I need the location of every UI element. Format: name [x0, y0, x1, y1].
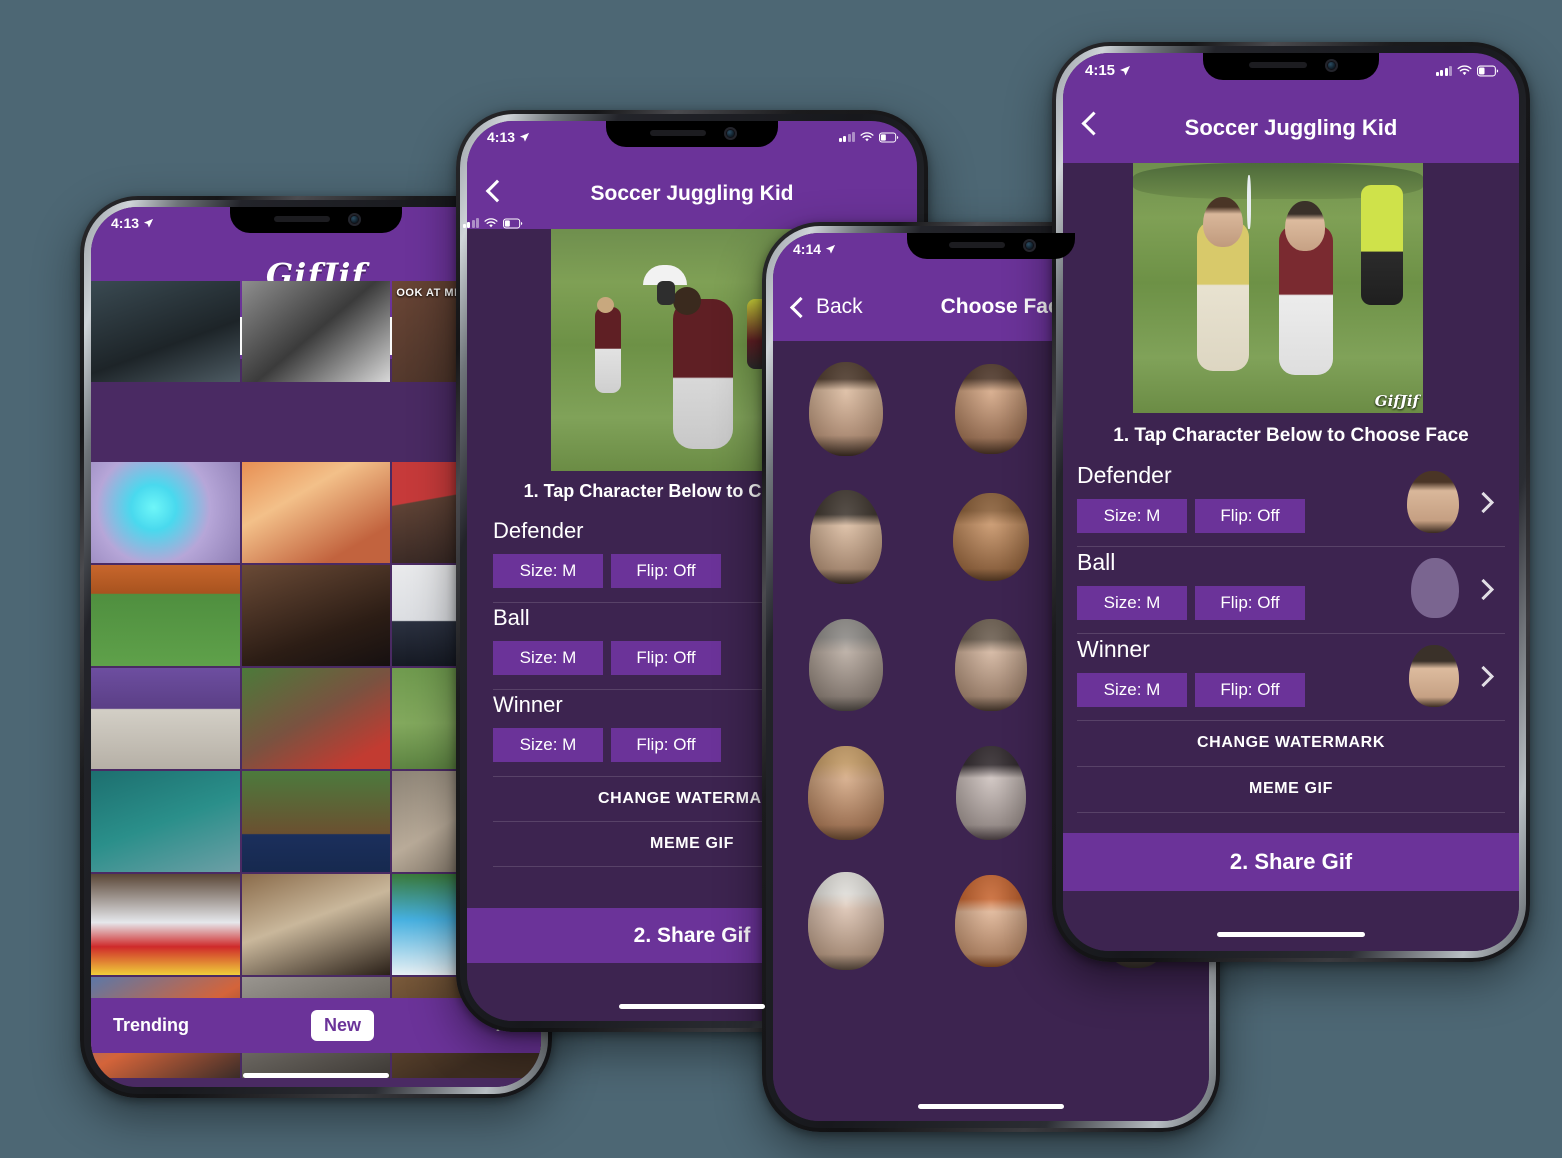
- gif-cell[interactable]: [91, 281, 240, 382]
- speaker-grille: [274, 216, 330, 222]
- face-theon-greyjoy: [954, 619, 1027, 711]
- notch: [1203, 53, 1379, 80]
- speaker-grille: [650, 130, 706, 136]
- chevron-left-icon: [789, 296, 812, 318]
- tab-trending[interactable]: Trending: [113, 1015, 189, 1036]
- flip-button[interactable]: Flip: Off: [611, 728, 721, 762]
- gif-cell[interactable]: [91, 565, 240, 666]
- flip-button[interactable]: Flip: Off: [1195, 499, 1305, 533]
- front-camera-icon: [1325, 59, 1338, 72]
- back-button[interactable]: [485, 179, 509, 203]
- face-jaime-lannister: [808, 619, 883, 711]
- size-button[interactable]: Size: M: [1077, 673, 1187, 707]
- flip-button[interactable]: Flip: Off: [1195, 673, 1305, 707]
- back-button[interactable]: [1081, 111, 1106, 136]
- showcase-stage: 4:13 GifJif OOK AT ME, I'M Trending New …: [0, 0, 1562, 1158]
- home-indicator[interactable]: [619, 1004, 765, 1009]
- face-daenerys-targaryen: [807, 872, 884, 970]
- home-indicator[interactable]: [918, 1104, 1064, 1109]
- gif-goal-post: [1247, 175, 1251, 229]
- change-watermark-button[interactable]: CHANGE WATERMARK: [1077, 720, 1505, 767]
- navbar-title: Soccer Juggling Kid: [1184, 115, 1398, 140]
- watermark: GifJif: [1374, 392, 1419, 410]
- tab-new[interactable]: New: [310, 1010, 374, 1041]
- row-face-thumb-bran[interactable]: [1409, 645, 1459, 707]
- flip-button[interactable]: Flip: Off: [611, 554, 721, 588]
- face-item[interactable]: [918, 601, 1063, 729]
- row-face-thumb-arya[interactable]: [1407, 471, 1459, 533]
- face-bronn: [954, 364, 1027, 454]
- face-item[interactable]: [773, 729, 918, 857]
- gif-subject: [597, 297, 614, 313]
- gif-cell[interactable]: [91, 462, 240, 563]
- face-item[interactable]: [773, 345, 918, 473]
- gif-cell[interactable]: [91, 771, 240, 872]
- flip-button[interactable]: Flip: Off: [611, 641, 721, 675]
- meme-gif-button[interactable]: MEME GIF: [1077, 766, 1505, 813]
- gif-cell[interactable]: [91, 874, 240, 975]
- notch: [230, 207, 402, 233]
- gif-cell[interactable]: [241, 771, 391, 872]
- gif-face-bran: [1285, 201, 1325, 251]
- step-title: 1. Tap Character Below to Choose Face: [1113, 425, 1469, 446]
- size-button[interactable]: Size: M: [493, 641, 603, 675]
- phone-detail-filled: 4:15 Soccer Juggling Kid GifJif 1. Tap C…: [1052, 42, 1530, 962]
- face-arya-stark: [808, 362, 883, 456]
- face-item[interactable]: [918, 473, 1063, 601]
- face-ed-sheeran: [954, 875, 1027, 967]
- gif-cell[interactable]: [91, 668, 240, 769]
- face-tyrion-lannister: [952, 493, 1029, 581]
- face-melisandre: [955, 746, 1026, 840]
- gif-cell[interactable]: [241, 281, 391, 382]
- chevron-left-icon: [1081, 111, 1106, 136]
- size-button[interactable]: Size: M: [493, 554, 603, 588]
- size-button[interactable]: Size: M: [1077, 586, 1187, 620]
- home-indicator[interactable]: [243, 1073, 389, 1078]
- face-item[interactable]: [773, 601, 918, 729]
- character-row: Winner Size: M Flip: Off: [1077, 633, 1505, 721]
- speaker-grille: [1249, 62, 1307, 68]
- back-button[interactable]: Back: [789, 295, 863, 319]
- face-item[interactable]: [773, 473, 918, 601]
- face-bran-stark: [809, 490, 882, 584]
- front-camera-icon: [348, 213, 361, 226]
- gif-face-arya: [1203, 197, 1243, 247]
- face-item[interactable]: [773, 857, 918, 985]
- gif-spectator: [657, 281, 675, 305]
- phone-screen: 4:15 Soccer Juggling Kid GifJif 1. Tap C…: [1063, 53, 1519, 951]
- gif-referee: [1361, 185, 1403, 305]
- face-item[interactable]: [918, 729, 1063, 857]
- speaker-grille: [949, 242, 1005, 248]
- gif-cell[interactable]: [241, 668, 391, 769]
- gif-subject: [673, 287, 701, 315]
- navbar-title: Soccer Juggling Kid: [590, 182, 794, 205]
- back-label: Back: [816, 295, 863, 318]
- gif-cell[interactable]: [241, 462, 391, 563]
- size-button[interactable]: Size: M: [493, 728, 603, 762]
- gif-cell[interactable]: [241, 874, 391, 975]
- gif-preview[interactable]: GifJif: [1133, 163, 1423, 413]
- character-row: Defender Size: M Flip: Off: [1077, 459, 1505, 547]
- notch: [907, 233, 1075, 259]
- front-camera-icon: [724, 127, 737, 140]
- face-jorah-mormont: [807, 746, 884, 840]
- gif-cell[interactable]: [241, 565, 391, 666]
- front-camera-icon: [1023, 239, 1036, 252]
- row-face-thumb-empty[interactable]: [1411, 558, 1459, 618]
- face-item[interactable]: [918, 345, 1063, 473]
- home-indicator[interactable]: [1217, 932, 1365, 937]
- notch: [606, 121, 778, 147]
- size-button[interactable]: Size: M: [1077, 499, 1187, 533]
- share-gif-button[interactable]: 2. Share Gif: [1063, 833, 1519, 891]
- face-item[interactable]: [918, 857, 1063, 985]
- flip-button[interactable]: Flip: Off: [1195, 586, 1305, 620]
- gif-subject: [595, 307, 621, 393]
- chevron-left-icon: [485, 179, 509, 203]
- character-row: Ball Size: M Flip: Off: [1077, 546, 1505, 634]
- gif-subject: [673, 299, 733, 449]
